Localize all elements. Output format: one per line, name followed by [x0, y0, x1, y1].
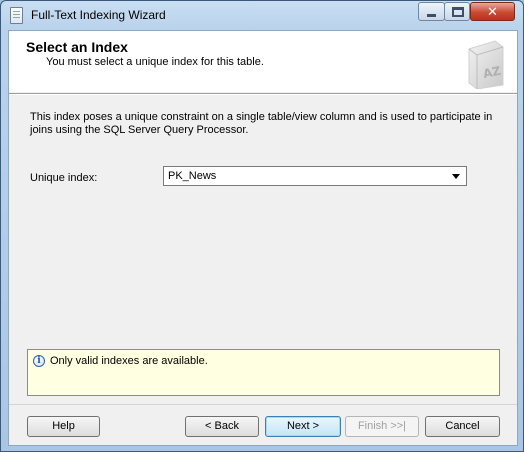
unique-index-dropdown[interactable]: PK_News	[163, 166, 467, 186]
close-icon: ✕	[487, 4, 498, 19]
maximize-icon	[452, 7, 464, 17]
minimize-button[interactable]	[418, 2, 445, 21]
wizard-header: Select an Index You must select a unique…	[9, 31, 517, 92]
title-bar[interactable]: Full-Text Indexing Wizard ✕	[1, 1, 523, 29]
page-title: Select an Index	[26, 39, 128, 55]
close-button[interactable]: ✕	[470, 2, 515, 21]
book-az-icon: AZ	[468, 40, 504, 89]
unique-index-label: Unique index:	[30, 172, 98, 184]
window-title: Full-Text Indexing Wizard	[31, 8, 166, 22]
app-icon	[10, 7, 23, 24]
wizard-content: Select an Index You must select a unique…	[8, 30, 518, 446]
minimize-icon	[427, 14, 436, 17]
info-icon: i	[33, 355, 45, 367]
back-button[interactable]: < Back	[185, 416, 259, 437]
footer-divider	[9, 404, 517, 405]
info-message: Only valid indexes are available.	[50, 355, 208, 367]
wizard-window: Full-Text Indexing Wizard ✕ Select an In…	[0, 0, 524, 452]
page-subtitle: You must select a unique index for this …	[46, 56, 264, 68]
description-text: This index poses a unique constraint on …	[30, 111, 493, 136]
dropdown-arrow-icon	[452, 174, 460, 179]
maximize-button[interactable]	[444, 2, 470, 21]
info-message-box: i Only valid indexes are available.	[27, 349, 500, 396]
finish-button[interactable]: Finish >>|	[345, 416, 419, 437]
cancel-button[interactable]: Cancel	[425, 416, 500, 437]
next-button[interactable]: Next >	[265, 416, 341, 437]
unique-index-value: PK_News	[168, 170, 217, 182]
help-button[interactable]: Help	[27, 416, 100, 437]
header-divider	[9, 93, 517, 95]
